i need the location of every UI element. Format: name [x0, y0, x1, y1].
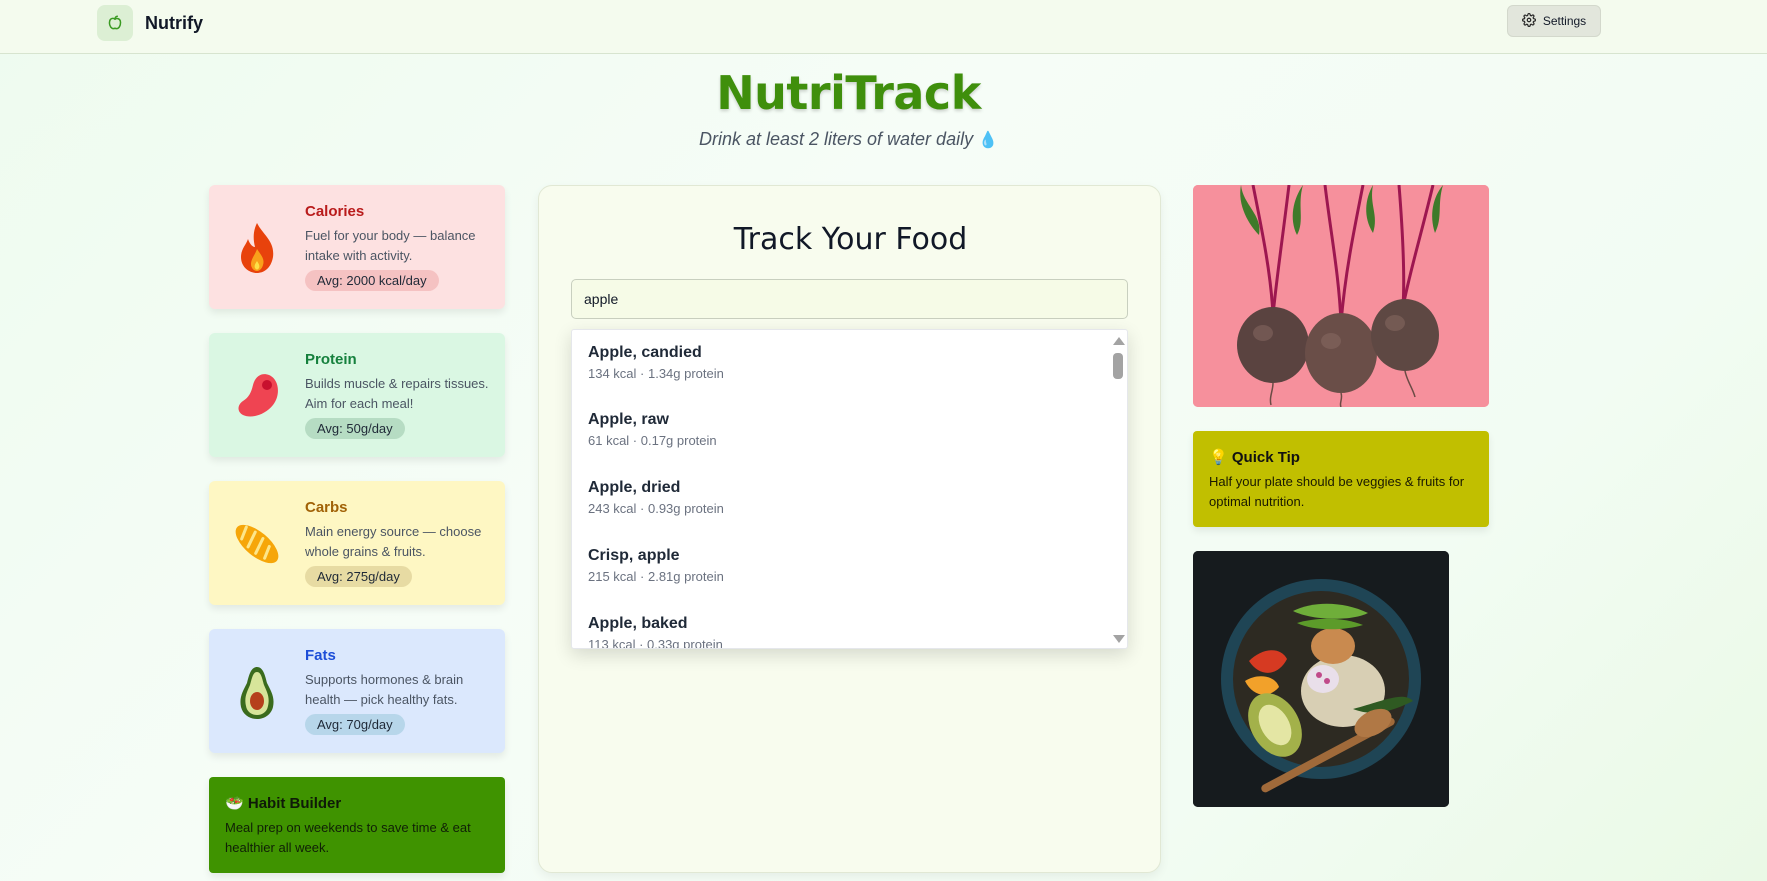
- water-drop-icon: 💧: [978, 132, 999, 149]
- gear-icon: [1521, 12, 1536, 30]
- card-title: Fats: [305, 647, 336, 664]
- brand-name: Nutrify: [145, 12, 203, 33]
- result-info: 61 kcal · 0.17g protein: [588, 433, 717, 448]
- result-info: 113 kcal · 0.33g protein: [588, 637, 723, 649]
- food-search-input[interactable]: [571, 279, 1128, 319]
- tip-title-text: Quick Tip: [1231, 449, 1300, 466]
- subtitle-text: Drink at least 2 liters of water daily: [698, 129, 974, 149]
- habit-title: 🥗 Habit Builder: [225, 794, 489, 812]
- tip-description: Half your plate should be veggies & frui…: [1209, 474, 1465, 509]
- track-food-panel: Track Your Food Apple, candied 134 kcal …: [538, 185, 1161, 873]
- result-info: 134 kcal · 1.34g protein: [588, 366, 724, 381]
- search-result-item[interactable]: Apple, candied 134 kcal · 1.34g protein: [588, 344, 724, 404]
- lightbulb-icon: 💡: [1209, 449, 1228, 466]
- scrollbar-thumb[interactable]: [1113, 353, 1123, 379]
- avg-badge: Avg: 275g/day: [305, 566, 412, 587]
- search-results-dropdown: Apple, candied 134 kcal · 1.34g protein …: [571, 329, 1128, 649]
- card-description: Builds muscle & repairs tissues. Aim for…: [305, 376, 489, 411]
- avg-badge: Avg: 50g/day: [305, 418, 405, 439]
- nutrient-card-calories: Calories Fuel for your body — balance in…: [209, 185, 505, 309]
- result-info: 215 kcal · 2.81g protein: [588, 569, 724, 584]
- search-result-item[interactable]: Apple, dried 243 kcal · 0.93g protein: [588, 479, 724, 539]
- panel-title: Track Your Food: [733, 222, 968, 257]
- salad-bowl-photo: [1193, 551, 1449, 807]
- result-name: Crisp, apple: [588, 547, 680, 564]
- card-title: Protein: [305, 351, 357, 368]
- avg-badge: Avg: 70g/day: [305, 714, 405, 735]
- search-result-item[interactable]: Apple, baked 113 kcal · 0.33g protein: [588, 615, 723, 649]
- result-name: Apple, candied: [588, 344, 702, 361]
- brand[interactable]: Nutrify: [97, 5, 203, 41]
- bread-icon: [233, 515, 281, 573]
- card-description: Fuel for your body — balance intake with…: [305, 228, 476, 263]
- settings-label: Settings: [1542, 14, 1587, 28]
- card-title: Calories: [305, 203, 365, 220]
- page-title: NutriTrack: [716, 66, 981, 120]
- card-description: Main energy source — choose whole grains…: [305, 524, 482, 559]
- flame-icon: [233, 219, 281, 277]
- nutrient-card-fats: Fats Supports hormones & brain health — …: [209, 629, 505, 753]
- search-result-item[interactable]: Apple, raw 61 kcal · 0.17g protein: [588, 411, 717, 471]
- beets-photo: [1193, 185, 1489, 407]
- search-result-item[interactable]: Crisp, apple 215 kcal · 2.81g protein: [588, 547, 724, 607]
- scroll-up-arrow-icon[interactable]: [1113, 337, 1125, 345]
- meat-icon: [233, 367, 281, 425]
- top-navbar: Nutrify Settings: [0, 0, 1767, 54]
- result-info: 243 kcal · 0.93g protein: [588, 501, 724, 516]
- page-subtitle: Drink at least 2 liters of water daily 💧: [0, 129, 1697, 150]
- salad-icon: 🥗: [225, 795, 244, 812]
- result-name: Apple, dried: [588, 479, 681, 496]
- nutrient-card-carbs: Carbs Main energy source — choose whole …: [209, 481, 505, 605]
- tip-title: 💡 Quick Tip: [1209, 448, 1473, 466]
- apple-icon: [97, 5, 133, 41]
- avocado-icon: [233, 663, 281, 721]
- nutrient-card-protein: Protein Builds muscle & repairs tissues.…: [209, 333, 505, 457]
- avg-badge: Avg: 2000 kcal/day: [305, 270, 439, 291]
- card-description: Supports hormones & brain health — pick …: [305, 672, 464, 707]
- quick-tip-card: 💡 Quick Tip Half your plate should be ve…: [1193, 431, 1489, 527]
- result-name: Apple, baked: [588, 615, 688, 632]
- card-title: Carbs: [305, 499, 348, 516]
- result-name: Apple, raw: [588, 411, 669, 428]
- habit-builder-card: 🥗 Habit Builder Meal prep on weekends to…: [209, 777, 505, 873]
- habit-title-text: Habit Builder: [247, 795, 342, 812]
- habit-description: Meal prep on weekends to save time & eat…: [225, 820, 471, 855]
- dropdown-scrollbar[interactable]: [1109, 330, 1127, 648]
- settings-button[interactable]: Settings: [1507, 5, 1601, 37]
- scroll-down-arrow-icon[interactable]: [1113, 635, 1125, 643]
